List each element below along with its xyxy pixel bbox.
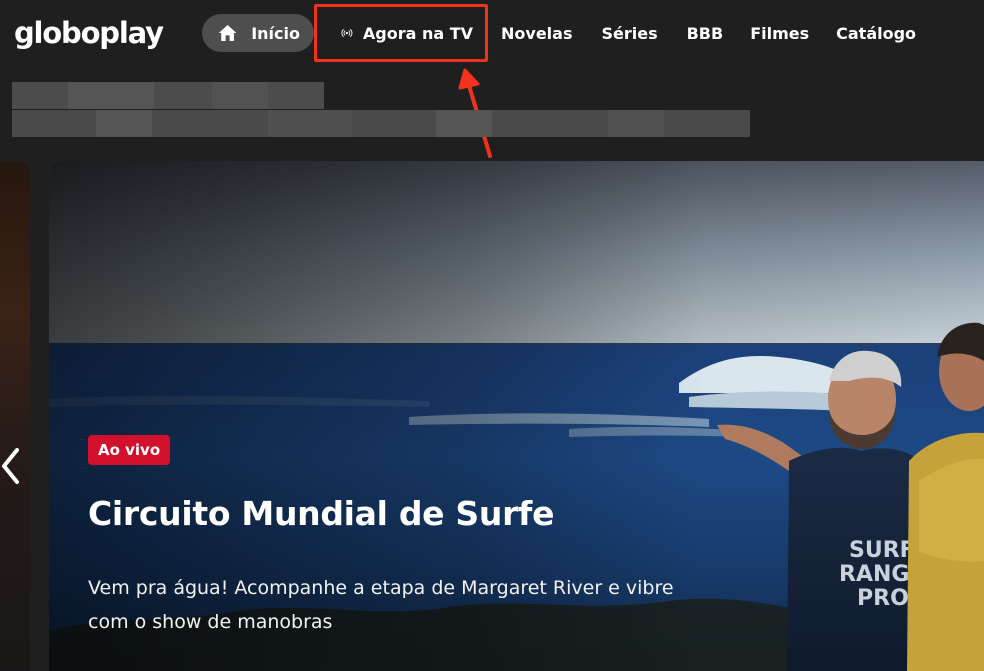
hero-description: Vem pra água! Acompanhe a etapa de Marga… xyxy=(88,577,674,633)
nav-catalogo[interactable]: Catálogo xyxy=(836,14,916,52)
hero-title: Circuito Mundial de Surfe xyxy=(88,494,555,533)
top-navigation-bar: globoplay Início Agora na TV Novelas Sér… xyxy=(0,0,984,70)
nav-bbb[interactable]: BBB xyxy=(687,14,724,52)
nav-inicio[interactable]: Início xyxy=(202,14,314,52)
pixelated-text-block xyxy=(12,82,752,142)
nav-agora-na-tv[interactable]: Agora na TV xyxy=(329,14,487,52)
live-badge: Ao vivo xyxy=(88,435,171,465)
main-nav: Início Agora na TV Novelas Séries BBB Fi… xyxy=(202,14,916,52)
broadcast-icon xyxy=(341,29,353,37)
chevron-left-icon[interactable] xyxy=(0,446,22,486)
home-icon xyxy=(218,24,237,42)
hero-banner[interactable]: SURF RANGER PRO Ao vivo Circuito Mundial… xyxy=(49,161,984,671)
nav-filmes[interactable]: Filmes xyxy=(750,14,809,52)
globoplay-logo[interactable]: globoplay xyxy=(14,14,164,52)
nav-inicio-label: Início xyxy=(251,23,300,43)
nav-novelas[interactable]: Novelas xyxy=(501,14,572,52)
previous-slide-card[interactable] xyxy=(0,162,30,671)
nav-series[interactable]: Séries xyxy=(601,14,657,52)
nav-agora-na-tv-label: Agora na TV xyxy=(362,23,473,43)
